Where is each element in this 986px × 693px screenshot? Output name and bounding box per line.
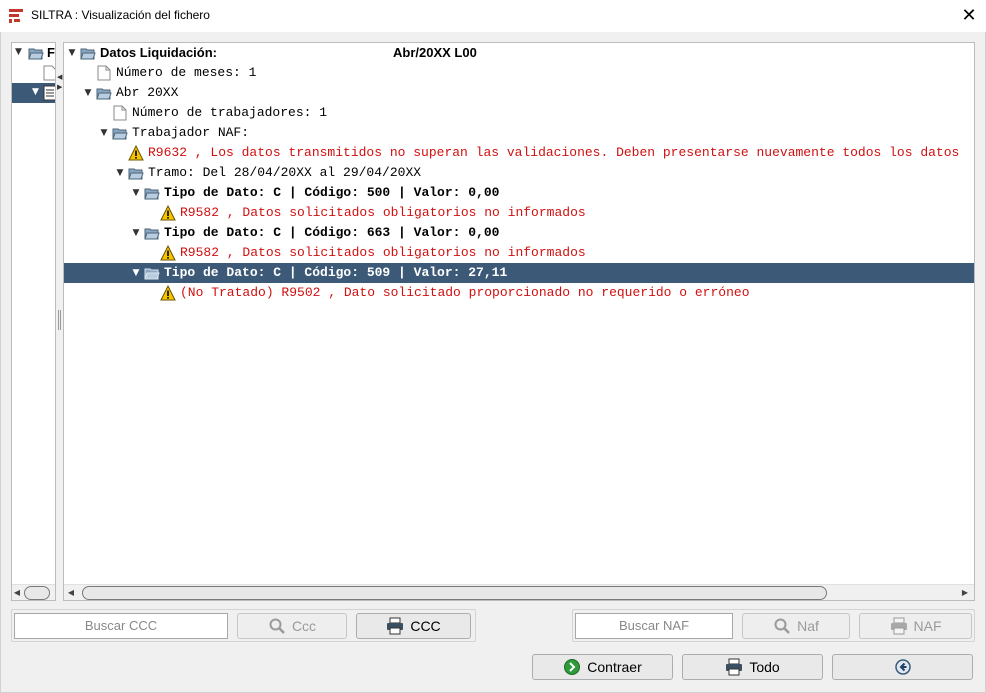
folder-open-icon bbox=[144, 268, 160, 280]
left-tree-leaf[interactable] bbox=[12, 63, 55, 83]
tree-leaf-trabajadores[interactable]: Número de trabajadores: 1 bbox=[64, 103, 974, 123]
contraer-button[interactable]: Contraer bbox=[532, 654, 673, 680]
button-label: NAF bbox=[913, 618, 942, 634]
todo-button[interactable]: Todo bbox=[682, 654, 823, 680]
collapse-right-icon[interactable]: ▶ bbox=[57, 84, 62, 92]
close-icon[interactable]: ✕ bbox=[955, 4, 983, 28]
siltra-logo-icon bbox=[9, 9, 23, 23]
title-bar: SILTRA : Visualización del fichero ✕ bbox=[0, 0, 986, 32]
tree-node-tramo[interactable]: ▼ Tramo: Del 28/04/20XX al 29/04/20XX bbox=[64, 163, 974, 183]
tree-leaf-label: Número de meses: 1 bbox=[116, 65, 257, 80]
tree-node-label: Tipo de Dato: C | Código: 500 | Valor: 0… bbox=[164, 185, 500, 200]
left-tree-panel[interactable]: ▼ F ▼ ◀ bbox=[11, 42, 56, 601]
left-hscrollbar[interactable]: ◀ bbox=[12, 584, 55, 600]
splitter-grip[interactable] bbox=[58, 310, 61, 330]
expand-arrow-icon[interactable]: ▼ bbox=[32, 87, 39, 97]
printer-icon bbox=[726, 658, 743, 676]
document-icon bbox=[43, 65, 55, 81]
ccc-search-input[interactable]: Buscar CCC bbox=[14, 613, 228, 639]
button-label: Naf bbox=[797, 618, 819, 634]
tree-node-tipo-dato-509-selected[interactable]: ▼ Tipo de Dato: C | Código: 509 | Valor:… bbox=[64, 263, 974, 283]
scroll-left-icon[interactable]: ◀ bbox=[12, 588, 22, 597]
circle-arrow-right-icon bbox=[564, 659, 581, 675]
folder-open-icon bbox=[144, 228, 160, 240]
tree-leaf-label: Número de trabajadores: 1 bbox=[132, 105, 328, 120]
tree-node-abr[interactable]: ▼ Abr 20XX bbox=[64, 83, 974, 103]
scroll-thumb[interactable] bbox=[82, 586, 827, 600]
printer-icon bbox=[890, 617, 907, 635]
naf-search-input[interactable]: Buscar NAF bbox=[575, 613, 733, 639]
tree-error-r9502[interactable]: (No Tratado) R9502 , Dato solicitado pro… bbox=[64, 283, 974, 303]
expand-arrow-icon[interactable]: ▼ bbox=[130, 263, 142, 283]
expand-arrow-icon[interactable]: ▼ bbox=[114, 163, 126, 183]
search-icon bbox=[269, 618, 285, 634]
tree-leaf-meses[interactable]: Número de meses: 1 bbox=[64, 63, 974, 83]
search-icon bbox=[774, 618, 790, 634]
tree-error-r9632[interactable]: R9632 , Los datos transmitidos no supera… bbox=[64, 143, 974, 163]
warning-icon bbox=[160, 285, 176, 301]
folder-open-icon bbox=[80, 48, 96, 60]
warning-icon bbox=[160, 205, 176, 221]
expand-arrow-icon[interactable]: ▼ bbox=[15, 47, 22, 57]
printer-icon bbox=[387, 617, 404, 635]
tree-error-r9582[interactable]: R9582 , Datos solicitados obligatorios n… bbox=[64, 203, 974, 223]
error-message: (No Tratado) R9502 , Dato solicitado pro… bbox=[180, 285, 750, 300]
tree-node-label: Datos Liquidación: bbox=[100, 45, 217, 60]
back-button[interactable] bbox=[832, 654, 973, 680]
button-label: Ccc bbox=[291, 618, 317, 634]
button-label: CCC bbox=[410, 618, 441, 634]
expand-arrow-icon[interactable]: ▼ bbox=[130, 183, 142, 203]
expand-arrow-icon[interactable]: ▼ bbox=[66, 43, 78, 63]
button-label: Todo bbox=[749, 659, 780, 675]
expand-arrow-icon[interactable]: ▼ bbox=[98, 123, 110, 143]
collapse-left-icon[interactable]: ◀ bbox=[57, 74, 62, 82]
button-label: Contraer bbox=[587, 659, 642, 675]
naf-search-button[interactable]: Naf bbox=[742, 613, 850, 639]
folder-open-icon bbox=[128, 168, 144, 180]
scroll-right-icon[interactable]: ▶ bbox=[960, 588, 970, 597]
period-label: Abr/20XX L00 bbox=[393, 45, 477, 60]
tree-node-datos-liquidacion[interactable]: ▼ Datos Liquidación: Abr/20XX L00 bbox=[64, 43, 974, 63]
error-message: R9582 , Datos solicitados obligatorios n… bbox=[180, 205, 586, 220]
folder-open-icon bbox=[28, 48, 44, 60]
circle-arrow-left-icon bbox=[894, 659, 911, 675]
folder-open-icon bbox=[96, 88, 112, 100]
expand-arrow-icon[interactable]: ▼ bbox=[130, 223, 142, 243]
document-lines-icon bbox=[43, 85, 55, 101]
ccc-search-button[interactable]: Ccc bbox=[237, 613, 347, 639]
scroll-left-icon[interactable]: ◀ bbox=[66, 588, 76, 597]
document-icon bbox=[113, 105, 127, 121]
tree-node-label: Tipo de Dato: C | Código: 663 | Valor: 0… bbox=[164, 225, 500, 240]
tree-node-label: Tramo: Del 28/04/20XX al 29/04/20XX bbox=[148, 165, 422, 180]
tree-error-r9582-2[interactable]: R9582 , Datos solicitados obligatorios n… bbox=[64, 243, 974, 263]
warning-icon bbox=[128, 145, 144, 161]
folder-open-icon bbox=[144, 188, 160, 200]
tree-node-tipo-dato-500[interactable]: ▼ Tipo de Dato: C | Código: 500 | Valor:… bbox=[64, 183, 974, 203]
error-message: R9632 , Los datos transmitidos no supera… bbox=[148, 145, 960, 160]
left-tree-root[interactable]: ▼ F bbox=[12, 43, 55, 63]
tree-node-label: Trabajador NAF: bbox=[132, 125, 250, 140]
tree-node-trabajador-naf[interactable]: ▼ Trabajador NAF: bbox=[64, 123, 974, 143]
expand-arrow-icon[interactable]: ▼ bbox=[82, 83, 94, 103]
document-icon bbox=[97, 65, 111, 81]
scroll-thumb[interactable] bbox=[24, 586, 50, 600]
file-tree-panel[interactable]: ▼ Datos Liquidación: Abr/20XX L00 Número… bbox=[63, 42, 975, 601]
error-message: R9582 , Datos solicitados obligatorios n… bbox=[180, 245, 586, 260]
tree-hscrollbar[interactable]: ◀ ▶ bbox=[64, 584, 974, 600]
folder-open-icon bbox=[112, 128, 128, 140]
left-tree-selected-item[interactable]: ▼ bbox=[12, 83, 55, 103]
window-title: SILTRA : Visualización del fichero bbox=[31, 8, 210, 22]
naf-print-button[interactable]: NAF bbox=[859, 613, 972, 639]
left-tree-root-label: F bbox=[47, 45, 55, 60]
tree-node-tipo-dato-663[interactable]: ▼ Tipo de Dato: C | Código: 663 | Valor:… bbox=[64, 223, 974, 243]
tree-node-label: Abr 20XX bbox=[116, 85, 179, 100]
ccc-print-button[interactable]: CCC bbox=[356, 613, 471, 639]
warning-icon bbox=[160, 245, 176, 261]
tree-node-label: Tipo de Dato: C | Código: 509 | Valor: 2… bbox=[164, 265, 508, 280]
